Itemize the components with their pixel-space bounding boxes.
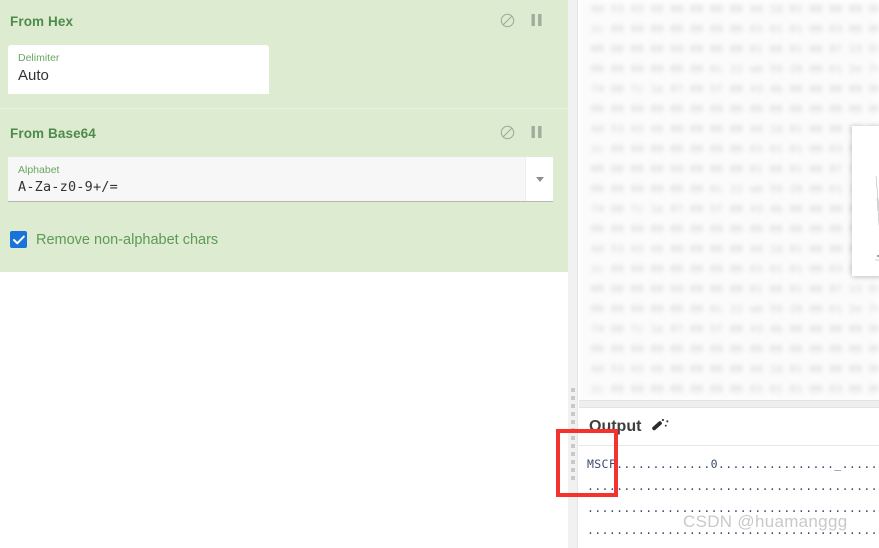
operation-controls <box>499 12 544 28</box>
hexdump-line: 00 00 00 00 60 00 00 00 01 00 01 00 8f 2… <box>591 164 879 175</box>
horizontal-splitter[interactable] <box>579 400 879 408</box>
output-body[interactable]: MSCF.............0................_.....… <box>579 446 879 541</box>
operation-title: From Base64 <box>10 126 96 141</box>
operation-divider <box>0 108 568 109</box>
alphabet-input[interactable]: Alphabet A-Za-z0-9+/= <box>8 157 525 201</box>
hexdump-line: 00 00 00 00 00 00 6c 22 ab 59 20 00 61 2… <box>591 184 879 195</box>
hexdump-line: 00 00 00 00 00 00 00 00 00 00 00 00 00 0… <box>591 104 879 115</box>
sketch-thumbnail-popup[interactable] <box>852 126 879 276</box>
hexdump-line: 00 00 00 00 00 00 6c 22 ab 59 20 00 61 2… <box>591 304 879 315</box>
recipe-operations-list: From Hex Delimiter Auto From Base64 Alph… <box>0 0 568 272</box>
hexdump-line: 00 00 00 00 60 00 00 00 01 00 01 00 8f 2… <box>591 284 879 295</box>
hexdump-line: 74 00 7c 1e 07 00 5f 00 43 4b 00 00 00 0… <box>591 324 879 335</box>
hexdump-line: 74 00 7c 1e 07 00 5f 00 43 4b 00 00 00 0… <box>591 204 879 215</box>
hexdump-line: 00 00 00 00 00 00 00 00 00 00 00 00 00 0… <box>591 344 879 355</box>
disable-circle-slash-icon[interactable] <box>499 124 515 140</box>
io-pane: 4d 53 43 46 00 00 00 00 d4 1d 01 00 00 0… <box>579 0 879 548</box>
remove-non-alphabet-chars-checkbox[interactable] <box>10 231 27 248</box>
remove-non-alphabet-chars-label: Remove non-alphabet chars <box>36 231 219 248</box>
hexdump-line: 00 00 00 00 60 00 00 00 01 00 01 00 8f 2… <box>591 44 879 55</box>
pause-breakpoint-icon[interactable] <box>528 12 544 28</box>
hexdump-line: 2c 00 00 00 00 00 00 00 03 01 01 00 03 0… <box>591 144 879 155</box>
remove-non-alphabet-chars-checkbox-row[interactable]: Remove non-alphabet chars <box>10 231 218 248</box>
disable-circle-slash-icon[interactable] <box>499 12 515 28</box>
output-line: ........................................… <box>587 479 879 493</box>
hexdump-line: 4d 53 43 46 00 00 00 00 d4 1d 01 00 00 0… <box>591 364 879 375</box>
app-screen: From Hex Delimiter Auto From Base64 Alph… <box>0 0 879 548</box>
magic-wand-icon[interactable] <box>650 418 670 436</box>
hexdump-line: 2c 00 00 00 00 00 00 00 03 01 01 00 03 0… <box>591 24 879 35</box>
hexdump-line: 00 00 00 00 00 00 6c 22 ab 59 20 00 61 2… <box>591 64 879 75</box>
splitter-grip-dot <box>571 420 575 424</box>
hexdump-line: 74 00 7c 1e 07 00 5f 00 43 4b 00 00 00 0… <box>591 84 879 95</box>
output-header: Output <box>579 409 879 446</box>
operation-title: From Hex <box>10 14 74 29</box>
operation-controls <box>499 124 544 140</box>
splitter-grip-dot <box>571 404 575 408</box>
sketch-thumbnail-image <box>875 175 879 261</box>
chevron-down-icon <box>535 176 544 182</box>
output-line: ........................................… <box>587 501 879 515</box>
input-hexdump-area[interactable]: 4d 53 43 46 00 00 00 00 d4 1d 01 00 00 0… <box>579 0 879 400</box>
output-line: ........................................… <box>587 523 879 537</box>
alphabet-dropdown-toggle[interactable] <box>525 157 553 201</box>
hexdump-line: 4d 53 43 46 00 00 00 00 d4 1d 01 00 00 0… <box>591 4 879 15</box>
hexdump-line: 00 00 00 00 00 00 00 00 00 00 00 00 00 0… <box>591 224 879 235</box>
splitter-grip-dot <box>571 388 575 392</box>
alphabet-label: Alphabet <box>18 164 60 176</box>
output-section: Output MSCF.............0...............… <box>579 409 879 548</box>
delimiter-value: Auto <box>18 67 49 84</box>
hexdump-line: 2c 00 00 00 00 00 00 00 03 01 01 00 03 0… <box>591 384 879 395</box>
splitter-grip-dot <box>571 412 575 416</box>
delimiter-field[interactable]: Delimiter Auto <box>8 45 269 94</box>
delimiter-label: Delimiter <box>18 52 60 64</box>
splitter-grip-dot <box>571 396 575 400</box>
hexdump-line: 2c 00 00 00 00 00 00 00 03 01 01 00 03 0… <box>591 264 879 275</box>
hexdump-line: 4d 53 43 46 00 00 00 00 d4 1d 01 00 00 0… <box>591 244 879 255</box>
pause-breakpoint-icon[interactable] <box>528 124 544 140</box>
recipe-panel: From Hex Delimiter Auto From Base64 Alph… <box>0 0 568 548</box>
alphabet-select[interactable]: Alphabet A-Za-z0-9+/= <box>8 157 553 202</box>
hexdump-line: 4d 53 43 46 00 00 00 00 d4 1d 01 00 00 0… <box>591 124 879 135</box>
output-line: MSCF.............0................_.....… <box>587 457 879 471</box>
alphabet-value: A-Za-z0-9+/= <box>18 179 118 195</box>
red-highlight-rectangle <box>556 429 618 497</box>
